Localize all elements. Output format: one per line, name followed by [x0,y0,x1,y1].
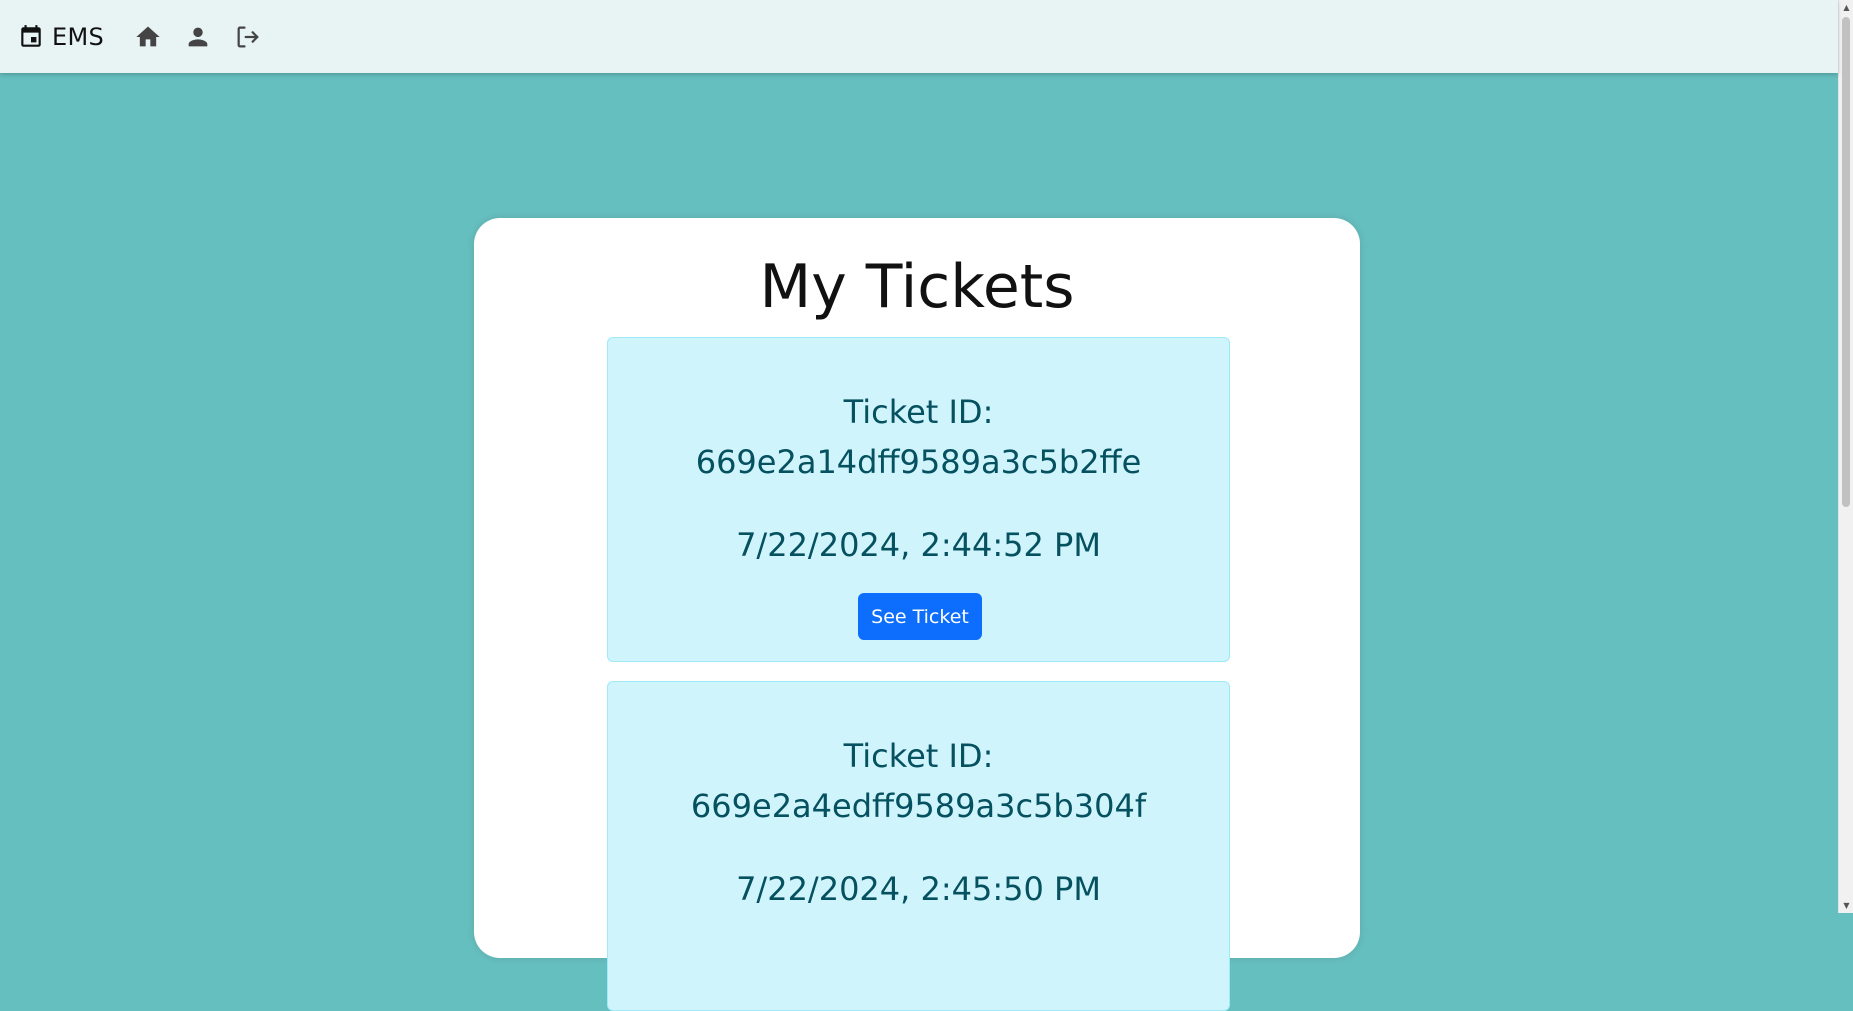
scroll-down-arrow-icon[interactable]: ▼ [1839,898,1853,913]
ticket-date: 7/22/2024, 2:44:52 PM [736,526,1101,564]
ticket-id-value: 669e2a4edff9589a3c5b304f [690,787,1147,825]
ticket-id-label: Ticket ID: [843,737,994,775]
brand-name: EMS [52,22,105,51]
logout-icon[interactable] [234,23,262,51]
scroll-thumb[interactable] [1842,17,1850,507]
home-icon[interactable] [134,23,162,51]
ticket-id-value: 669e2a14dff9589a3c5b2ffe [695,443,1142,481]
tickets-card: My Tickets Ticket ID: 669e2a14dff9589a3c… [474,218,1360,1011]
scroll-up-arrow-icon[interactable]: ▲ [1839,0,1853,15]
vertical-scrollbar[interactable]: ▲ ▼ [1838,0,1853,913]
ticket-date: 7/22/2024, 2:45:50 PM [736,870,1101,908]
person-icon[interactable] [184,23,212,51]
ticket-card: Ticket ID: 669e2a14dff9589a3c5b2ffe 7/22… [607,337,1230,662]
page-title: My Tickets [759,252,1075,322]
brand-link[interactable]: EMS [18,23,104,51]
see-ticket-button[interactable]: See Ticket [858,593,982,640]
calendar-icon [21,24,41,47]
nav-icon-group [134,23,284,51]
ticket-id-label: Ticket ID: [843,393,994,431]
top-navbar: EMS [0,0,1838,73]
ticket-card: Ticket ID: 669e2a4edff9589a3c5b304f 7/22… [607,681,1230,1011]
